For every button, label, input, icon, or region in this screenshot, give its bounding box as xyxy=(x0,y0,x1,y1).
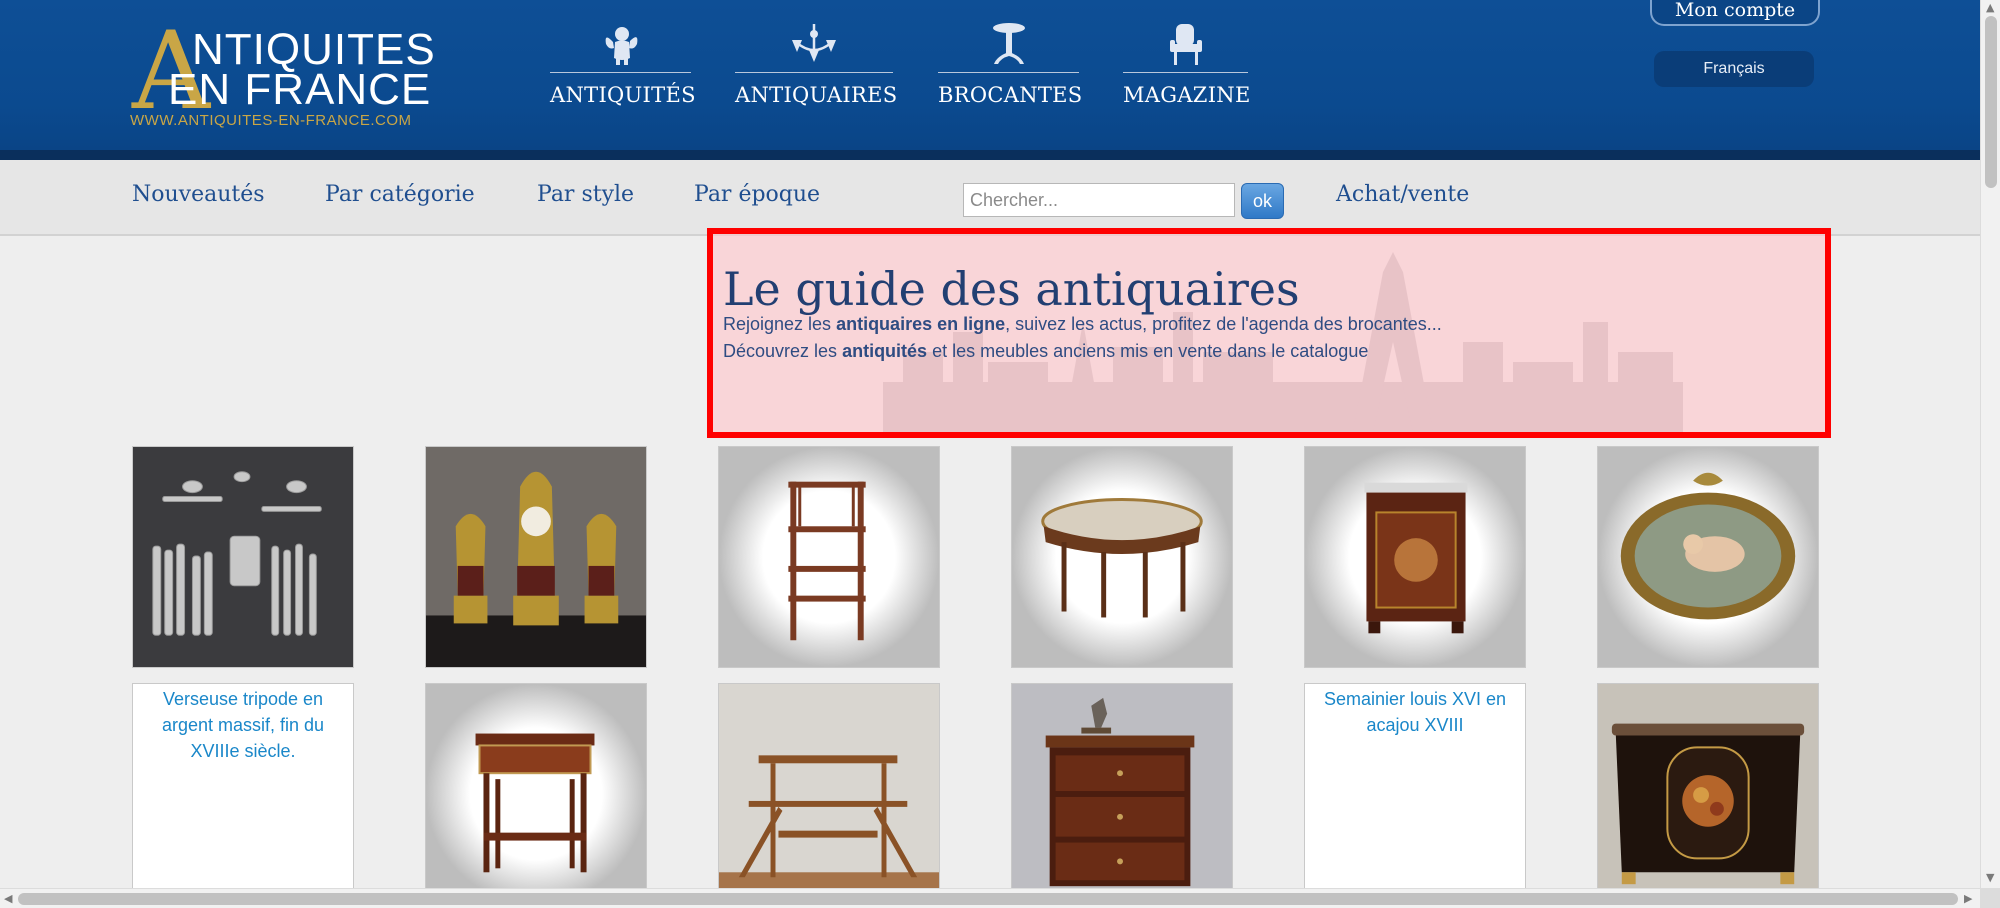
pedestal-table-icon xyxy=(992,23,1025,64)
product-tile-silverware[interactable] xyxy=(132,446,354,668)
product-photo xyxy=(1012,447,1232,667)
nav-divider xyxy=(1123,72,1248,73)
scroll-right-icon[interactable]: ▶ xyxy=(1964,893,1972,904)
product-photo xyxy=(719,684,939,904)
nav-item-antiquaires[interactable]: ANTIQUAIRES xyxy=(735,22,898,112)
nav-label: ANTIQUAIRES xyxy=(735,83,898,107)
nav-label: BROCANTES xyxy=(938,83,1083,107)
product-tile-marquetry-buffet[interactable] xyxy=(1597,683,1819,905)
product-tile-etagere[interactable] xyxy=(718,446,940,668)
product-photo xyxy=(1598,684,1818,904)
vertical-scrollbar[interactable]: ▲ ▼ xyxy=(1980,0,2000,888)
guide-link-antiquites[interactable]: antiquités xyxy=(842,341,927,361)
product-tile-semainier[interactable]: Semainier louis XVI en acajou XVIII xyxy=(1304,683,1526,905)
nav-label: MAGAZINE xyxy=(1123,83,1251,107)
nav-item-antiquites[interactable]: ANTIQUITÉS xyxy=(550,22,696,112)
armchair-icon xyxy=(1169,24,1202,65)
scroll-left-icon[interactable]: ◀ xyxy=(4,893,12,904)
scroll-up-icon[interactable]: ▲ xyxy=(1986,2,1994,13)
product-tile-clock-garniture[interactable] xyxy=(425,446,647,668)
language-selector[interactable]: Français xyxy=(1654,51,1814,87)
guide-text: Découvrez les xyxy=(723,341,843,361)
guide-text: , suivez les actus, profitez de l'agenda… xyxy=(1005,314,1442,334)
guide-link-antiquaires[interactable]: antiquaires en ligne xyxy=(836,314,1005,334)
nav-label: ANTIQUITÉS xyxy=(550,83,696,107)
product-photo xyxy=(719,447,939,667)
product-photo xyxy=(133,447,353,667)
search-input[interactable] xyxy=(963,183,1235,217)
product-tile-side-table[interactable] xyxy=(425,683,647,905)
guide-intro-panel: Le guide des antiquaires Rejoignez les a… xyxy=(707,228,1831,438)
guide-text: et les meubles anciens mis en vente dans… xyxy=(927,341,1369,361)
product-photo xyxy=(1598,447,1818,667)
subnav-link-categorie[interactable]: Par catégorie xyxy=(325,182,475,207)
product-tile-oval-table[interactable] xyxy=(1011,446,1233,668)
product-tile-tiered-table[interactable] xyxy=(718,683,940,905)
product-photo xyxy=(426,447,646,667)
guide-text-line-1: Rejoignez les antiquaires en ligne, suiv… xyxy=(723,314,1442,335)
guide-text: Rejoignez les xyxy=(723,314,837,334)
product-tile-commode[interactable] xyxy=(1011,683,1233,905)
product-photo xyxy=(1012,684,1232,904)
subnav-link-achat-vente[interactable]: Achat/vente xyxy=(1336,182,1469,207)
horizontal-scroll-thumb[interactable] xyxy=(18,893,1958,905)
scroll-down-icon[interactable]: ▼ xyxy=(1986,872,1994,883)
vertical-scroll-thumb[interactable] xyxy=(1985,16,1997,188)
guide-text-line-2: Découvrez les antiquités et les meubles … xyxy=(723,341,1368,362)
subnav-link-epoque[interactable]: Par époque xyxy=(694,182,820,207)
nav-divider xyxy=(735,72,893,73)
scrollbar-corner xyxy=(1980,888,2000,908)
nav-item-brocantes[interactable]: BROCANTES xyxy=(938,22,1083,112)
product-tile-cabinet[interactable] xyxy=(1304,446,1526,668)
broken-image-alt-text[interactable]: Verseuse tripode en argent massif, fin d… xyxy=(133,684,353,766)
subnav-link-style[interactable]: Par style xyxy=(537,182,634,207)
horizontal-scrollbar[interactable]: ◀ ▶ xyxy=(0,888,1980,908)
logo-url: WWW.ANTIQUITES-EN-FRANCE.COM xyxy=(130,112,412,129)
nav-divider xyxy=(550,72,691,73)
product-tile-oval-painting[interactable] xyxy=(1597,446,1819,668)
nav-divider xyxy=(938,72,1079,73)
product-tile-verseuse[interactable]: Verseuse tripode en argent massif, fin d… xyxy=(132,683,354,905)
product-photo xyxy=(1305,447,1525,667)
guide-title: Le guide des antiquaires xyxy=(723,262,1300,316)
search-submit-button[interactable]: ok xyxy=(1241,183,1284,219)
chandelier-icon xyxy=(792,24,836,62)
nav-item-magazine[interactable]: MAGAZINE xyxy=(1123,22,1251,112)
product-photo xyxy=(426,684,646,904)
subnav-link-nouveautes[interactable]: Nouveautés xyxy=(132,182,265,207)
logo-line-2: EN FRANCE xyxy=(168,65,432,114)
cherub-icon xyxy=(605,27,637,65)
site-logo[interactable]: A NTIQUITES EN FRANCE WWW.ANTIQUITES-EN-… xyxy=(130,18,450,134)
broken-image-alt-text[interactable]: Semainier louis XVI en acajou XVIII xyxy=(1305,684,1525,740)
site-header: A NTIQUITES EN FRANCE WWW.ANTIQUITES-EN-… xyxy=(0,0,1980,160)
account-button[interactable]: Mon compte xyxy=(1650,0,1820,26)
